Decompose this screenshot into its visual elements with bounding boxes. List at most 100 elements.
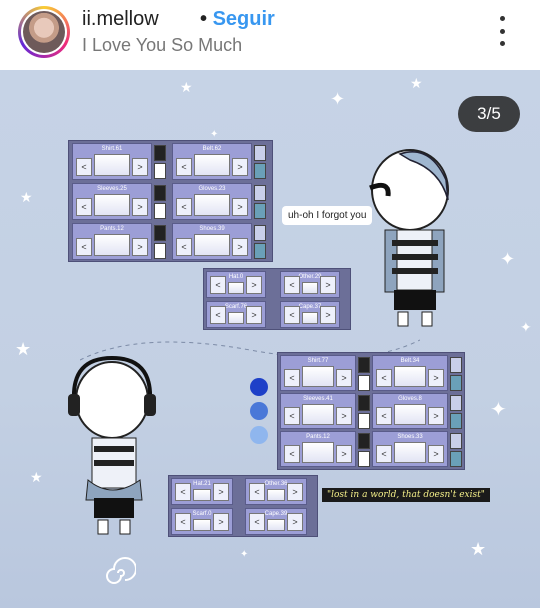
prev-arrow-button[interactable]: <: [284, 407, 300, 425]
page-counter: 3/5: [458, 96, 520, 132]
prev-arrow-button[interactable]: <: [76, 198, 92, 216]
next-arrow-button[interactable]: >: [428, 369, 444, 387]
next-arrow-button[interactable]: >: [320, 276, 336, 294]
prev-arrow-button[interactable]: <: [176, 238, 192, 256]
color-swatch[interactable]: [154, 185, 166, 201]
color-swatch[interactable]: [358, 357, 370, 373]
color-swatch[interactable]: [254, 185, 266, 201]
post-image[interactable]: ★ ✦ ★ ✦ ★ ✦ ★ ✦ ★ ★ ✦ ✦ 3/5 Shirt.61 < > Be…: [0, 70, 540, 608]
color-swatch[interactable]: [450, 395, 462, 411]
star-icon: ✦: [500, 249, 516, 269]
slot-label: Gloves.23: [198, 186, 226, 192]
follow-button[interactable]: • Seguir: [200, 8, 275, 31]
next-arrow-button[interactable]: >: [336, 407, 352, 425]
color-swatch[interactable]: [254, 225, 266, 241]
next-arrow-button[interactable]: >: [287, 483, 303, 501]
prev-arrow-button[interactable]: <: [284, 369, 300, 387]
color-swatch[interactable]: [358, 451, 370, 467]
prev-arrow-button[interactable]: <: [175, 513, 191, 531]
prev-arrow-button[interactable]: <: [284, 445, 300, 463]
outfit-slot: Sleeves.25 < >: [72, 183, 152, 220]
prev-arrow-button[interactable]: <: [210, 306, 226, 324]
color-swatch[interactable]: [450, 433, 462, 449]
color-swatch[interactable]: [254, 145, 266, 161]
color-swatch[interactable]: [254, 243, 266, 259]
next-arrow-button[interactable]: >: [246, 276, 262, 294]
outfit-slot: Gloves.8 < >: [372, 393, 448, 429]
item-preview: [302, 404, 334, 425]
color-circle: [250, 426, 268, 444]
next-arrow-button[interactable]: >: [246, 306, 262, 324]
next-arrow-button[interactable]: >: [213, 483, 229, 501]
star-icon: ★: [30, 469, 43, 485]
color-swatch[interactable]: [154, 163, 166, 179]
color-swatch[interactable]: [154, 225, 166, 241]
next-arrow-button[interactable]: >: [132, 198, 148, 216]
follow-label: Seguir: [212, 8, 275, 30]
next-arrow-button[interactable]: >: [428, 445, 444, 463]
next-arrow-button[interactable]: >: [232, 238, 248, 256]
item-preview: [267, 519, 285, 531]
prev-arrow-button[interactable]: <: [249, 483, 265, 501]
prev-arrow-button[interactable]: <: [249, 513, 265, 531]
prev-arrow-button[interactable]: <: [284, 276, 300, 294]
prev-arrow-button[interactable]: <: [376, 407, 392, 425]
prev-arrow-button[interactable]: <: [175, 483, 191, 501]
outfit-slot: Cape.39 < >: [245, 508, 307, 535]
outfit-slot: Pants.12 < >: [72, 223, 152, 260]
speech-bubble: uh-oh I forgot you: [282, 206, 373, 225]
color-swatch[interactable]: [154, 145, 166, 161]
color-swatch[interactable]: [450, 413, 462, 429]
avatar[interactable]: [18, 6, 70, 58]
next-arrow-button[interactable]: >: [213, 513, 229, 531]
prev-arrow-button[interactable]: <: [210, 276, 226, 294]
color-swatch[interactable]: [450, 357, 462, 373]
next-arrow-button[interactable]: >: [428, 407, 444, 425]
prev-arrow-button[interactable]: <: [176, 158, 192, 176]
next-arrow-button[interactable]: >: [336, 369, 352, 387]
prev-arrow-button[interactable]: <: [76, 238, 92, 256]
more-vert-icon[interactable]: [490, 16, 514, 46]
color-swatch[interactable]: [358, 433, 370, 449]
next-arrow-button[interactable]: >: [232, 158, 248, 176]
next-arrow-button[interactable]: >: [232, 198, 248, 216]
post-header: ii.mellow • Seguir I Love You So Much: [0, 0, 540, 70]
prev-arrow-button[interactable]: <: [376, 369, 392, 387]
username[interactable]: ii.mellow: [82, 8, 159, 31]
item-preview: [394, 366, 426, 387]
next-arrow-button[interactable]: >: [320, 306, 336, 324]
color-swatch[interactable]: [358, 395, 370, 411]
color-swatch[interactable]: [358, 413, 370, 429]
prev-arrow-button[interactable]: <: [176, 198, 192, 216]
color-swatch[interactable]: [254, 163, 266, 179]
next-arrow-button[interactable]: >: [287, 513, 303, 531]
item-preview: [302, 442, 334, 463]
item-preview: [228, 312, 244, 324]
post-subtitle: I Love You So Much: [82, 35, 243, 55]
star-icon: ✦: [330, 89, 346, 109]
item-preview: [193, 489, 211, 501]
color-swatch[interactable]: [254, 203, 266, 219]
item-preview: [302, 366, 334, 387]
color-swatch[interactable]: [450, 375, 462, 391]
star-icon: ✦: [210, 129, 219, 140]
prev-arrow-button[interactable]: <: [376, 445, 392, 463]
slot-label: Gloves.8: [398, 396, 422, 402]
color-swatch[interactable]: [154, 203, 166, 219]
color-swatch[interactable]: [358, 375, 370, 391]
prev-arrow-button[interactable]: <: [76, 158, 92, 176]
outfit-slot: Scarf.76 < >: [206, 301, 266, 328]
item-preview: [394, 442, 426, 463]
item-preview: [267, 489, 285, 501]
star-icon: ★: [20, 189, 33, 205]
next-arrow-button[interactable]: >: [336, 445, 352, 463]
color-swatch[interactable]: [450, 451, 462, 467]
outfit-slot: Hat.0 < >: [206, 271, 266, 298]
character-top: [369, 149, 449, 327]
next-arrow-button[interactable]: >: [132, 158, 148, 176]
prev-arrow-button[interactable]: <: [284, 306, 300, 324]
star-icon: ✦: [520, 319, 532, 335]
outfit-slot: Pants.12 < >: [280, 431, 356, 467]
color-swatch[interactable]: [154, 243, 166, 259]
next-arrow-button[interactable]: >: [132, 238, 148, 256]
